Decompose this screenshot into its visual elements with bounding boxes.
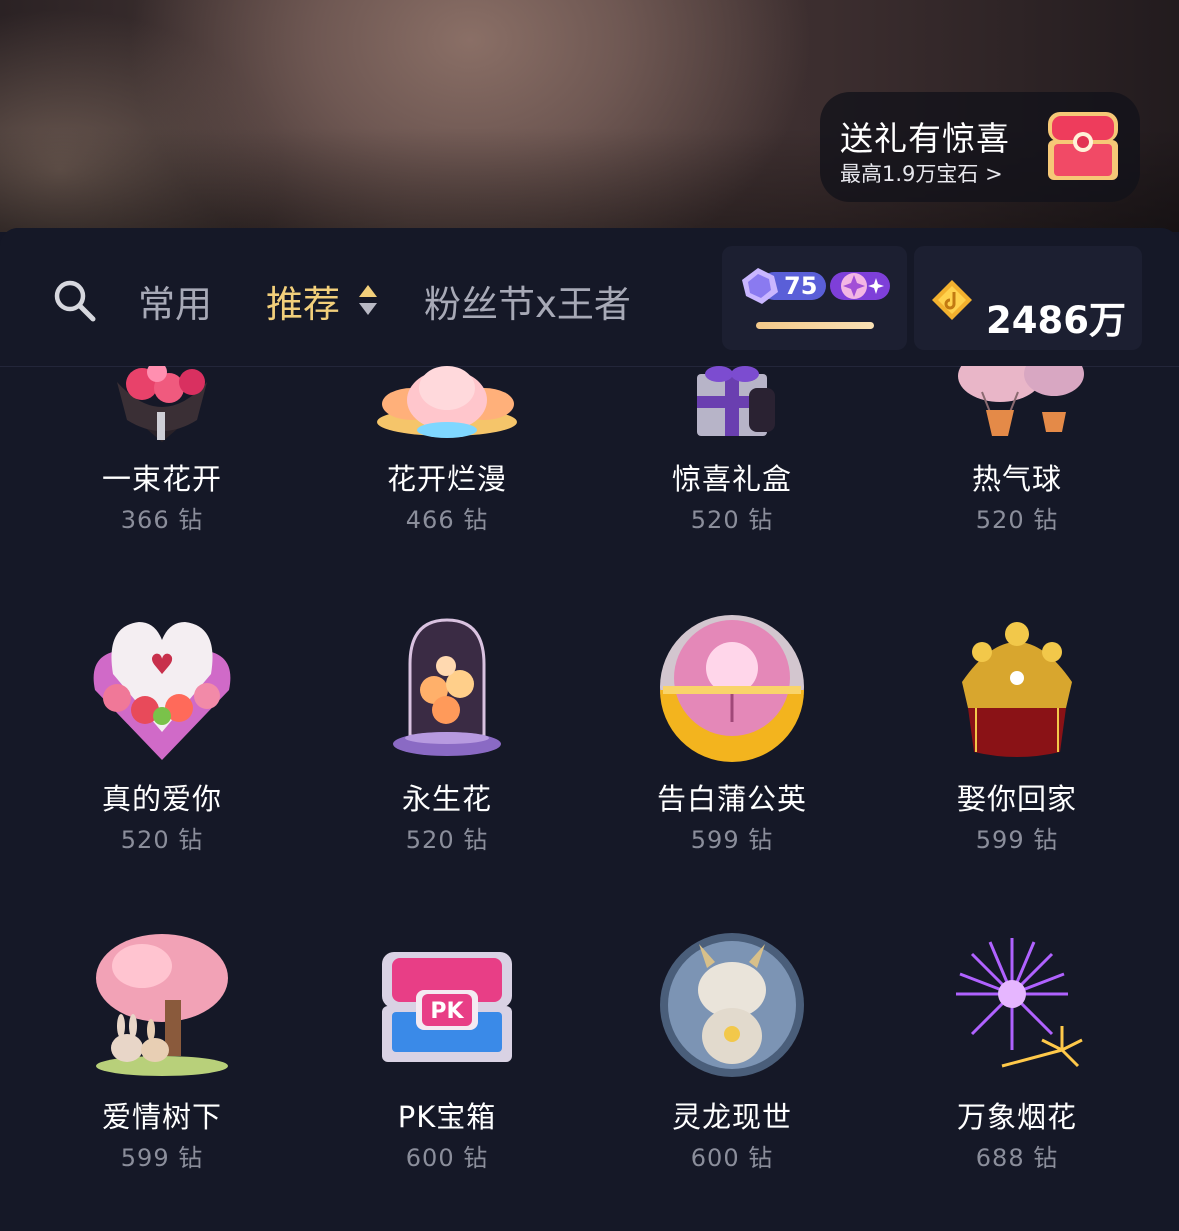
svg-text:PK: PK	[430, 999, 464, 1024]
search-icon[interactable]	[50, 276, 98, 324]
gift-item[interactable]: 永生花 520 钻	[317, 608, 577, 854]
fan-level-button[interactable]: 75	[722, 246, 907, 350]
gift-name: PK宝箱	[397, 1100, 497, 1134]
phoenix-crown-icon	[962, 622, 1072, 757]
lotus-icon	[377, 366, 517, 438]
gift-tab-bar: 常用 推荐 粉丝节x王者 75 2486万	[0, 228, 1179, 367]
gift-price: 599 钻	[120, 1144, 204, 1172]
gift-grid: 一束花开 366 钻 花开烂漫 466 钻 惊喜礼盒 520 钻 热气球 520…	[0, 366, 1179, 1231]
level-tab-indicator	[756, 322, 874, 329]
promo-title: 送礼有惊喜	[840, 119, 1010, 158]
gift-price: 520 钻	[405, 826, 489, 854]
coin-balance: 2486万	[986, 299, 1126, 342]
gift-name: 花开烂漫	[386, 462, 507, 496]
gift-item[interactable]: PK PK宝箱 600 钻	[317, 926, 577, 1172]
gift-item[interactable]: 惊喜礼盒 520 钻	[602, 366, 862, 546]
sort-arrows-icon[interactable]	[357, 283, 379, 317]
fireworks-icon	[956, 938, 1083, 1068]
gift-name: 一束花开	[101, 462, 222, 496]
gift-price: 600 钻	[690, 1144, 774, 1172]
gift-item[interactable]: 爱情树下 599 钻	[32, 926, 292, 1172]
flower-bouquet-icon	[117, 366, 207, 442]
gift-price: 520 钻	[120, 826, 204, 854]
tab-common[interactable]: 常用	[138, 274, 212, 328]
glass-dome-flower-icon	[393, 618, 501, 756]
dandelion-capsule-icon	[660, 615, 804, 762]
gift-price: 520 钻	[690, 506, 774, 534]
gift-name: 万象烟花	[956, 1100, 1077, 1134]
live-video-area: 送礼有惊喜 最高1.9万宝石 >	[0, 0, 1179, 232]
promo-subtitle: 最高1.9万宝石 >	[840, 162, 1003, 186]
gift-name: 爱情树下	[101, 1100, 222, 1134]
gift-item[interactable]: 一束花开 366 钻	[32, 366, 292, 546]
gift-name: 灵龙现世	[671, 1100, 792, 1134]
hot-air-balloon-icon	[958, 366, 1084, 436]
gift-price: 520 钻	[975, 506, 1059, 534]
gift-item[interactable]: 娶你回家 599 钻	[887, 608, 1147, 854]
heart-roses-icon: ♥	[93, 622, 231, 760]
gift-price: 688 钻	[975, 1144, 1059, 1172]
pk-chest-icon: PK	[382, 952, 512, 1062]
gift-panel: 常用 推荐 粉丝节x王者 75 2486万 一束花开 366 钻 花开烂漫 46…	[0, 228, 1179, 1231]
gift-chest-icon	[1048, 112, 1118, 180]
level-number: 75	[784, 272, 818, 300]
gift-price: 366 钻	[120, 506, 204, 534]
fan-club-badge-icon	[830, 272, 890, 300]
tab-fan-festival[interactable]: 粉丝节x王者	[424, 274, 631, 328]
gift-name: 告白蒲公英	[656, 782, 807, 816]
gift-item[interactable]: 花开烂漫 466 钻	[317, 366, 577, 546]
gift-price: 599 钻	[975, 826, 1059, 854]
gift-item[interactable]: 热气球 520 钻	[887, 366, 1147, 546]
gift-price: 600 钻	[405, 1144, 489, 1172]
gift-item[interactable]: 万象烟花 688 钻	[887, 926, 1147, 1172]
gift-name: 惊喜礼盒	[671, 462, 792, 496]
gift-item[interactable]: 灵龙现世 600 钻	[602, 926, 862, 1172]
diamond-coin-icon	[932, 280, 972, 320]
dragon-bubble-icon	[660, 933, 804, 1077]
gift-price: 466 钻	[405, 506, 489, 534]
gift-price: 599 钻	[690, 826, 774, 854]
recharge-balance-button[interactable]: 2486万	[914, 246, 1142, 350]
gift-name: 真的爱你	[101, 782, 222, 816]
gift-item[interactable]: 告白蒲公英 599 钻	[602, 608, 862, 854]
gift-name: 永生花	[401, 782, 492, 816]
gift-name: 娶你回家	[956, 782, 1077, 816]
gift-box-icon	[697, 366, 775, 436]
svg-text:♥: ♥	[149, 648, 174, 681]
tab-recommend[interactable]: 推荐	[266, 274, 340, 328]
gift-surprise-banner[interactable]: 送礼有惊喜 最高1.9万宝石 >	[820, 92, 1140, 202]
gift-item[interactable]: ♥ 真的爱你 520 钻	[32, 608, 292, 854]
love-tree-bunnies-icon	[96, 934, 228, 1076]
gift-name: 热气球	[971, 462, 1062, 496]
